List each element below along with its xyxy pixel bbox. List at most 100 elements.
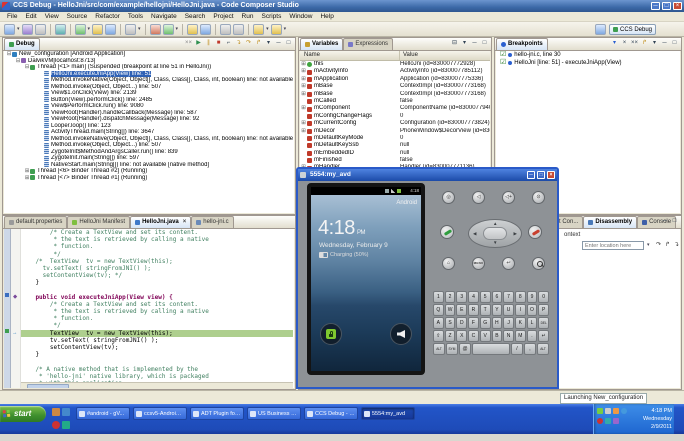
quicklaunch-icon-1[interactable] [52,408,60,416]
breakpoint-marker[interactable] [5,293,9,297]
menu-item[interactable]: Run [238,13,258,20]
breakpoint-checkbox[interactable]: ☑ [500,51,506,59]
end-call-button[interactable] [528,225,542,239]
code-line[interactable] [21,287,293,294]
run-icon[interactable] [149,23,161,35]
back-icon[interactable] [253,23,265,35]
breakpoint-item[interactable]: ☑ HelloJni [line: 51] - executeJniApp(Vi… [496,59,680,67]
dpad-center-button[interactable] [483,227,507,240]
key[interactable]: Q [433,304,444,316]
code-line[interactable] [21,358,293,365]
menu-item[interactable]: Project [209,13,237,20]
key[interactable]: 8 [514,291,526,303]
maximize-view-icon[interactable]: □ [670,39,679,48]
tray-icon-6[interactable] [605,418,611,424]
key[interactable]: / [511,343,523,355]
tab-expressions[interactable]: Expressions [343,38,394,50]
code-line[interactable]: } [21,351,293,358]
remove-all-terminated-icon[interactable]: ×× [184,39,193,48]
variable-row[interactable]: mCalled false [300,98,490,105]
key[interactable]: H [491,317,503,329]
connect-dropdown-icon[interactable]: ▾ [138,26,141,32]
variable-expander-icon[interactable]: ⊞ [300,61,307,68]
code-line[interactable]: * the text is retrieved by calling a nat… [21,236,293,243]
key[interactable]: 3 [456,291,468,303]
current-line-marker[interactable] [5,329,9,333]
key[interactable]: B [491,330,503,342]
new-breakpoint-icon[interactable]: ▾ [610,39,619,48]
taskbar-window-button[interactable]: ccsv5-Android.doc -... [133,407,187,420]
key[interactable]: P [538,304,550,316]
key[interactable]: N [503,330,514,342]
key[interactable]: I [514,304,526,316]
step-over-icon[interactable]: ↷ [244,39,253,48]
key[interactable]: SYM [446,343,458,355]
window-maximize-button[interactable]: □ [662,2,671,10]
key[interactable]: Y [491,304,503,316]
back-button[interactable]: ↩ [502,257,515,270]
menu-button[interactable]: MENU [472,257,485,270]
step-return-icon[interactable]: ↱ [254,39,263,48]
step-into-icon[interactable]: ↴ [234,39,243,48]
column-name[interactable]: Name [300,51,400,60]
save-icon[interactable] [21,23,33,35]
menu-item[interactable]: File [3,13,21,20]
key[interactable]: 1 [433,291,444,303]
run-dropdown-icon[interactable]: ▾ [176,26,179,32]
go-to-file-icon[interactable]: ↱ [640,39,649,48]
code-line[interactable]: */ [21,322,293,329]
key[interactable]: 5 [479,291,491,303]
menu-item[interactable]: Help [316,13,337,20]
code-line[interactable]: TextView tv = new TextView(this); [21,329,293,337]
code-editor[interactable]: ◆ → /* Create a TextView and set its con… [4,229,294,388]
key[interactable]: 7 [503,291,514,303]
key[interactable]: T [479,304,491,316]
code-line[interactable]: /* TextView tv = new TextView(this); [21,258,293,265]
code-line[interactable]: */ [21,251,293,258]
key[interactable]: 4 [468,291,479,303]
last-edit-location-icon[interactable] [233,23,245,35]
variable-expander-icon[interactable]: ⊞ [300,128,307,135]
key[interactable]: , [524,343,536,355]
key[interactable]: G [479,317,491,329]
home-button[interactable]: ⌂ [442,257,455,270]
variable-row[interactable]: ⊞ this HelloJni (id=830007772928) [300,61,490,68]
window-minimize-button[interactable]: ─ [651,2,660,10]
show-type-names-icon[interactable]: ⊟ [450,39,459,48]
view-menu-icon[interactable]: ▾ [264,39,273,48]
quicklaunch-icon-3[interactable] [52,421,60,429]
key[interactable]: Z [444,330,456,342]
code-lines[interactable]: /* Create a TextView and set its content… [21,229,293,383]
tray-icon-3[interactable] [613,408,619,414]
start-button[interactable]: start [0,406,46,422]
taskbar-window-button[interactable]: ADT Plugin for Eclipse... [190,407,244,420]
emulator-minimize-button[interactable]: ─ [527,171,535,179]
view-menu-icon[interactable]: ▾ [650,39,659,48]
suspend-icon[interactable]: ∥ [204,39,213,48]
maximize-view-icon[interactable]: □ [480,39,489,48]
refresh-icon[interactable]: ↷ [656,241,661,248]
key[interactable]: 0 [538,291,550,303]
emulator-maximize-button[interactable]: □ [537,171,545,179]
variable-row[interactable]: ⊞ mCurrentConfig Configuration (id=83000… [300,120,490,127]
code-line[interactable]: /* A native method that is implemented b… [21,366,293,373]
key[interactable]: E [456,304,468,316]
camera-button[interactable]: ◎ [442,191,455,204]
variable-row[interactable]: mEmbeddedID null [300,150,490,157]
key[interactable]: ⇧ [433,330,444,342]
tray-icon-7[interactable] [613,418,619,424]
key[interactable]: X [456,330,468,342]
perspective-ccs-debug[interactable]: CCS Debug [608,24,656,35]
view-menu-icon[interactable]: ▾ [460,39,469,48]
unlock-slider[interactable] [320,323,342,345]
key[interactable]: M [514,330,526,342]
editor-tab-hellojni-manifest[interactable]: HelloJni Manifest [67,216,131,228]
key[interactable]: . [526,330,538,342]
pin-icon[interactable]: ↱ [665,241,670,248]
code-line[interactable]: public void executeJniApp(View view) { [21,294,293,301]
minimize-view-icon[interactable]: ─ [660,39,669,48]
key[interactable]: 2 [444,291,456,303]
print-icon[interactable] [34,23,46,35]
key[interactable]: DEL [538,317,550,329]
key[interactable]: A [433,317,444,329]
